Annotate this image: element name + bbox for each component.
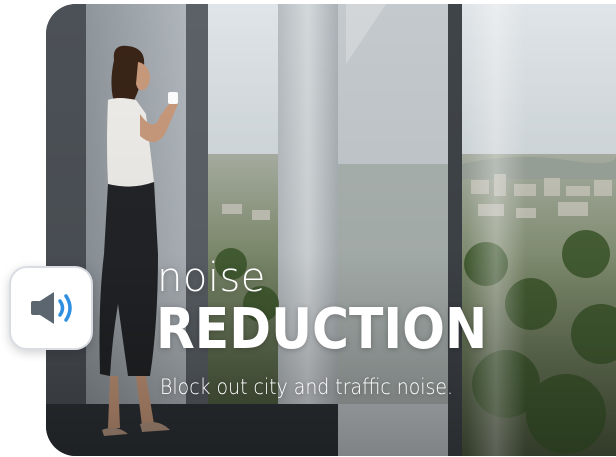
headline-main: REDUCTION [156, 297, 488, 362]
tagline: Block out city and traffic noise. [160, 375, 454, 399]
headline-sub: noise [157, 255, 266, 301]
speaker-sound-icon [31, 292, 72, 324]
sound-badge[interactable] [9, 266, 93, 350]
